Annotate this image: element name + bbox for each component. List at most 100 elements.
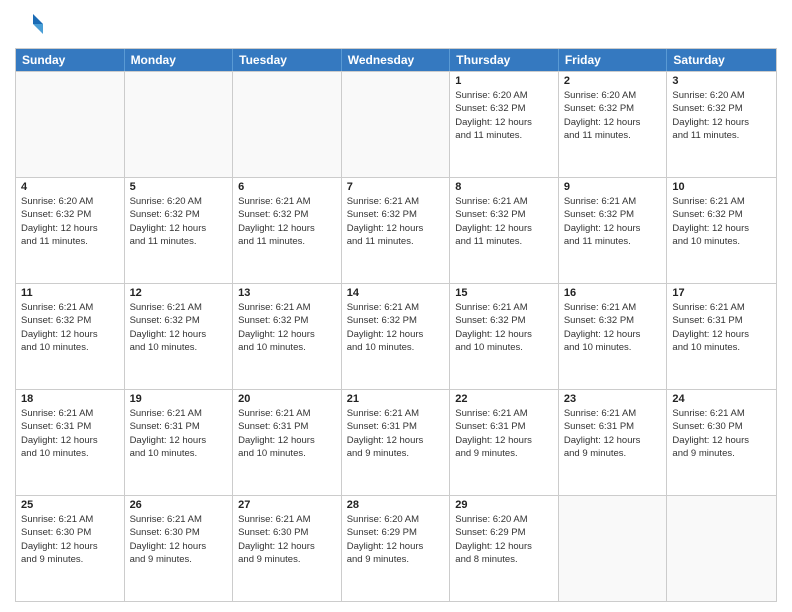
calendar-header: SundayMondayTuesdayWednesdayThursdayFrid… — [16, 49, 776, 71]
day-info: Sunrise: 6:20 AM Sunset: 6:29 PM Dayligh… — [347, 513, 445, 566]
weekday-header: Sunday — [16, 49, 125, 71]
weekday-header: Tuesday — [233, 49, 342, 71]
day-number: 15 — [455, 287, 553, 299]
day-number: 24 — [672, 393, 771, 405]
day-number: 3 — [672, 75, 771, 87]
day-number: 6 — [238, 181, 336, 193]
calendar-cell: 8 Sunrise: 6:21 AM Sunset: 6:32 PM Daylig… — [450, 178, 559, 283]
day-number: 8 — [455, 181, 553, 193]
header — [15, 10, 777, 40]
calendar-cell: 5 Sunrise: 6:20 AM Sunset: 6:32 PM Daylig… — [125, 178, 234, 283]
day-number: 13 — [238, 287, 336, 299]
day-info: Sunrise: 6:21 AM Sunset: 6:31 PM Dayligh… — [347, 407, 445, 460]
day-number: 27 — [238, 499, 336, 511]
day-number: 1 — [455, 75, 553, 87]
day-info: Sunrise: 6:21 AM Sunset: 6:31 PM Dayligh… — [564, 407, 662, 460]
calendar-cell: 19 Sunrise: 6:21 AM Sunset: 6:31 PM Dayli… — [125, 390, 234, 495]
day-info: Sunrise: 6:21 AM Sunset: 6:32 PM Dayligh… — [347, 195, 445, 248]
calendar-cell: 18 Sunrise: 6:21 AM Sunset: 6:31 PM Dayli… — [16, 390, 125, 495]
day-number: 21 — [347, 393, 445, 405]
day-info: Sunrise: 6:20 AM Sunset: 6:32 PM Dayligh… — [455, 89, 553, 142]
calendar-row: 4 Sunrise: 6:20 AM Sunset: 6:32 PM Daylig… — [16, 177, 776, 283]
calendar-cell: 12 Sunrise: 6:21 AM Sunset: 6:32 PM Dayli… — [125, 284, 234, 389]
calendar-cell: 25 Sunrise: 6:21 AM Sunset: 6:30 PM Dayli… — [16, 496, 125, 601]
day-number: 20 — [238, 393, 336, 405]
day-info: Sunrise: 6:21 AM Sunset: 6:32 PM Dayligh… — [564, 301, 662, 354]
calendar-cell: 26 Sunrise: 6:21 AM Sunset: 6:30 PM Dayli… — [125, 496, 234, 601]
page: SundayMondayTuesdayWednesdayThursdayFrid… — [0, 0, 792, 612]
day-info: Sunrise: 6:21 AM Sunset: 6:31 PM Dayligh… — [130, 407, 228, 460]
calendar-cell: 23 Sunrise: 6:21 AM Sunset: 6:31 PM Dayli… — [559, 390, 668, 495]
calendar-cell — [233, 72, 342, 177]
day-info: Sunrise: 6:21 AM Sunset: 6:32 PM Dayligh… — [455, 301, 553, 354]
calendar: SundayMondayTuesdayWednesdayThursdayFrid… — [15, 48, 777, 602]
day-number: 7 — [347, 181, 445, 193]
calendar-cell: 1 Sunrise: 6:20 AM Sunset: 6:32 PM Daylig… — [450, 72, 559, 177]
day-info: Sunrise: 6:21 AM Sunset: 6:32 PM Dayligh… — [347, 301, 445, 354]
calendar-cell: 2 Sunrise: 6:20 AM Sunset: 6:32 PM Daylig… — [559, 72, 668, 177]
day-number: 17 — [672, 287, 771, 299]
day-info: Sunrise: 6:21 AM Sunset: 6:30 PM Dayligh… — [238, 513, 336, 566]
day-number: 22 — [455, 393, 553, 405]
calendar-cell: 9 Sunrise: 6:21 AM Sunset: 6:32 PM Daylig… — [559, 178, 668, 283]
day-number: 19 — [130, 393, 228, 405]
day-info: Sunrise: 6:21 AM Sunset: 6:32 PM Dayligh… — [455, 195, 553, 248]
day-info: Sunrise: 6:21 AM Sunset: 6:31 PM Dayligh… — [238, 407, 336, 460]
calendar-cell — [16, 72, 125, 177]
calendar-cell: 11 Sunrise: 6:21 AM Sunset: 6:32 PM Dayli… — [16, 284, 125, 389]
calendar-cell: 16 Sunrise: 6:21 AM Sunset: 6:32 PM Dayli… — [559, 284, 668, 389]
day-number: 16 — [564, 287, 662, 299]
calendar-cell: 7 Sunrise: 6:21 AM Sunset: 6:32 PM Daylig… — [342, 178, 451, 283]
day-number: 23 — [564, 393, 662, 405]
calendar-cell: 27 Sunrise: 6:21 AM Sunset: 6:30 PM Dayli… — [233, 496, 342, 601]
weekday-header: Monday — [125, 49, 234, 71]
calendar-cell: 10Sunrise: 6:21 AM Sunset: 6:32 PM Dayli… — [667, 178, 776, 283]
calendar-row: 18 Sunrise: 6:21 AM Sunset: 6:31 PM Dayli… — [16, 389, 776, 495]
day-number: 28 — [347, 499, 445, 511]
day-number: 25 — [21, 499, 119, 511]
day-number: 26 — [130, 499, 228, 511]
day-info: Sunrise: 6:20 AM Sunset: 6:32 PM Dayligh… — [672, 89, 771, 142]
day-info: Sunrise: 6:20 AM Sunset: 6:32 PM Dayligh… — [130, 195, 228, 248]
calendar-cell: 21 Sunrise: 6:21 AM Sunset: 6:31 PM Dayli… — [342, 390, 451, 495]
calendar-cell: 22Sunrise: 6:21 AM Sunset: 6:31 PM Dayli… — [450, 390, 559, 495]
calendar-row: 25 Sunrise: 6:21 AM Sunset: 6:30 PM Dayli… — [16, 495, 776, 601]
calendar-cell: 28 Sunrise: 6:20 AM Sunset: 6:29 PM Dayli… — [342, 496, 451, 601]
day-info: Sunrise: 6:21 AM Sunset: 6:32 PM Dayligh… — [238, 195, 336, 248]
day-info: Sunrise: 6:20 AM Sunset: 6:29 PM Dayligh… — [455, 513, 553, 566]
calendar-cell: 4Sunrise: 6:20 AM Sunset: 6:32 PM Daylig… — [16, 178, 125, 283]
calendar-cell — [559, 496, 668, 601]
day-number: 4 — [21, 181, 119, 193]
calendar-cell: 14 Sunrise: 6:21 AM Sunset: 6:32 PM Dayli… — [342, 284, 451, 389]
day-info: Sunrise: 6:21 AM Sunset: 6:32 PM Dayligh… — [564, 195, 662, 248]
day-info: Sunrise: 6:21 AM Sunset: 6:32 PM Dayligh… — [130, 301, 228, 354]
calendar-cell: 6 Sunrise: 6:21 AM Sunset: 6:32 PM Daylig… — [233, 178, 342, 283]
weekday-header: Wednesday — [342, 49, 451, 71]
calendar-cell — [125, 72, 234, 177]
day-info: Sunrise: 6:21 AM Sunset: 6:31 PM Dayligh… — [21, 407, 119, 460]
day-info: Sunrise: 6:21 AM Sunset: 6:30 PM Dayligh… — [130, 513, 228, 566]
day-info: Sunrise: 6:20 AM Sunset: 6:32 PM Dayligh… — [564, 89, 662, 142]
day-number: 14 — [347, 287, 445, 299]
calendar-cell — [342, 72, 451, 177]
calendar-cell: 24 Sunrise: 6:21 AM Sunset: 6:30 PM Dayli… — [667, 390, 776, 495]
day-info: Sunrise: 6:21 AM Sunset: 6:32 PM Dayligh… — [672, 195, 771, 248]
day-info: Sunrise: 6:21 AM Sunset: 6:31 PM Dayligh… — [672, 301, 771, 354]
calendar-cell: 20 Sunrise: 6:21 AM Sunset: 6:31 PM Dayli… — [233, 390, 342, 495]
day-number: 5 — [130, 181, 228, 193]
day-number: 2 — [564, 75, 662, 87]
day-number: 29 — [455, 499, 553, 511]
logo — [15, 10, 49, 40]
day-info: Sunrise: 6:21 AM Sunset: 6:30 PM Dayligh… — [672, 407, 771, 460]
calendar-cell: 29 Sunrise: 6:20 AM Sunset: 6:29 PM Dayli… — [450, 496, 559, 601]
calendar-cell: 13 Sunrise: 6:21 AM Sunset: 6:32 PM Dayli… — [233, 284, 342, 389]
day-number: 18 — [21, 393, 119, 405]
day-number: 9 — [564, 181, 662, 193]
day-number: 12 — [130, 287, 228, 299]
calendar-row: 11 Sunrise: 6:21 AM Sunset: 6:32 PM Dayli… — [16, 283, 776, 389]
day-number: 11 — [21, 287, 119, 299]
day-info: Sunrise: 6:21 AM Sunset: 6:32 PM Dayligh… — [21, 301, 119, 354]
calendar-cell: 15 Sunrise: 6:21 AM Sunset: 6:32 PM Dayli… — [450, 284, 559, 389]
day-info: Sunrise: 6:21 AM Sunset: 6:32 PM Dayligh… — [238, 301, 336, 354]
day-info: Sunrise: 6:21 AM Sunset: 6:30 PM Dayligh… — [21, 513, 119, 566]
